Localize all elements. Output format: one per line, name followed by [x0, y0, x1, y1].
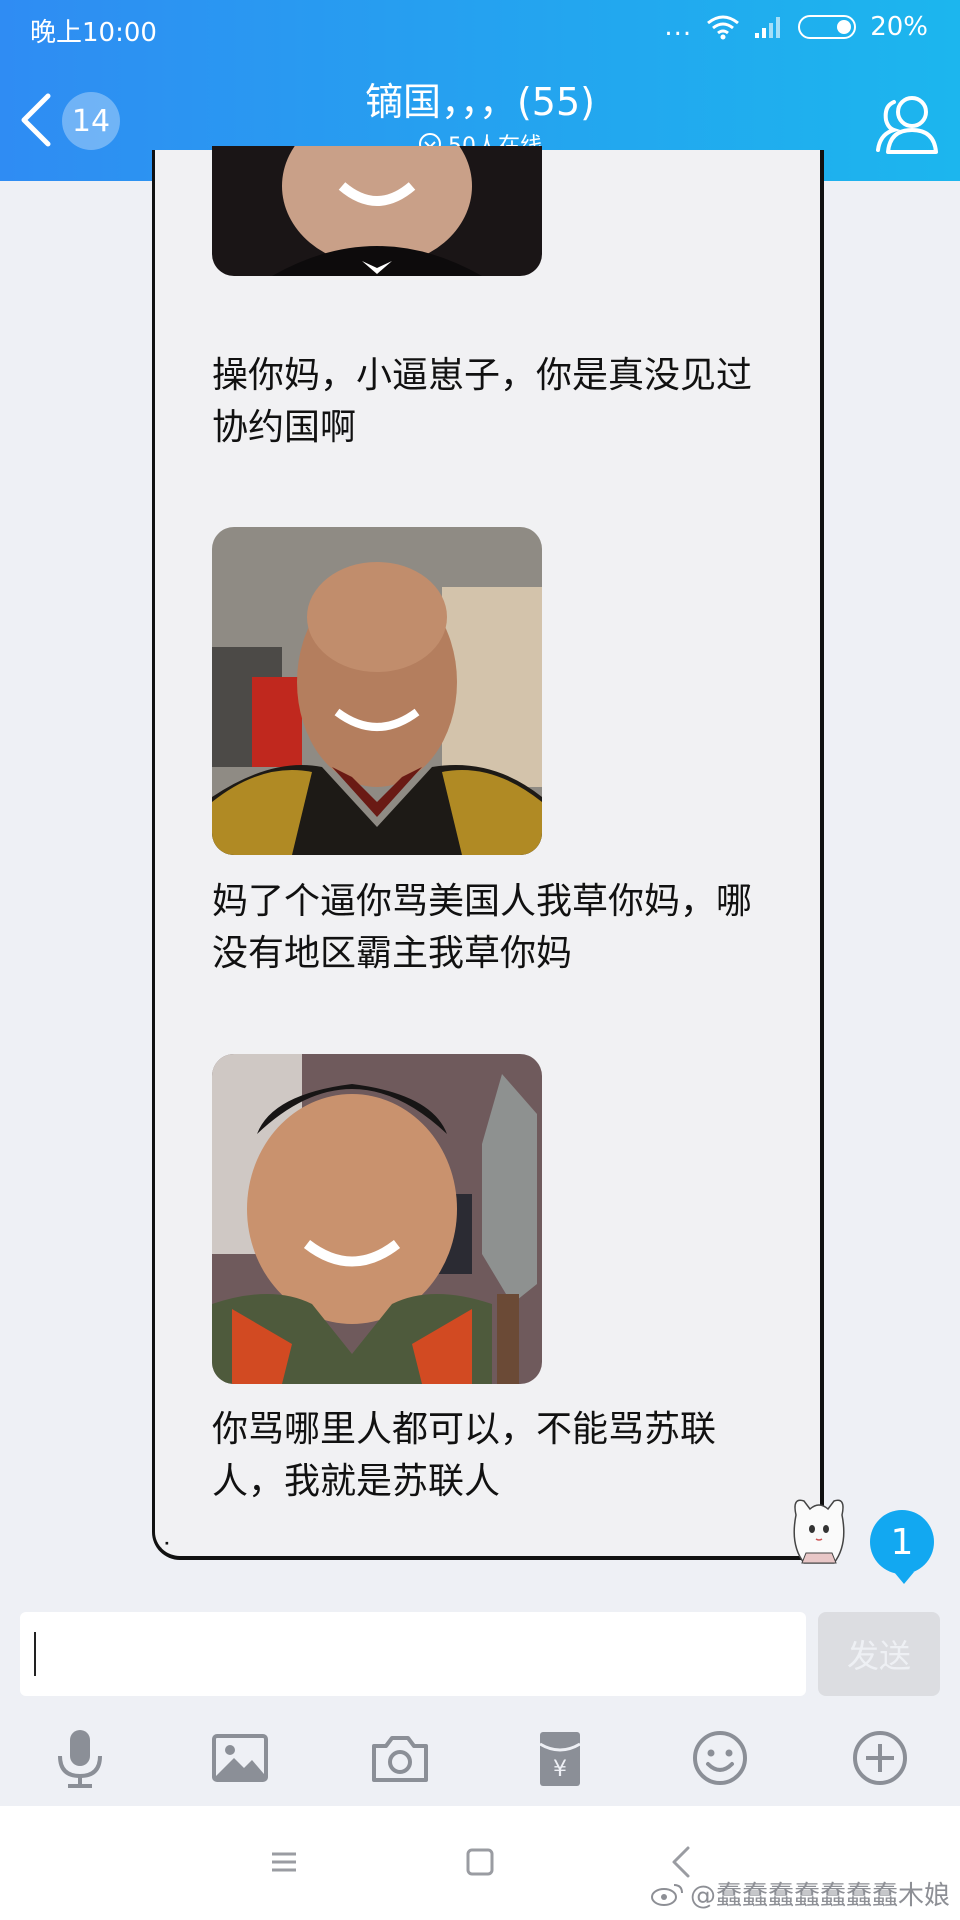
text-caret: [34, 1632, 36, 1676]
red-packet-icon: ¥: [539, 1732, 581, 1786]
send-button[interactable]: 发送: [818, 1612, 940, 1696]
message-text-2: 妈了个逼你骂美国人我草你妈，哪没有地区霸主我草你妈: [212, 881, 753, 974]
anime-girl-avatar-icon[interactable]: [790, 1495, 848, 1565]
notification-dots: ...: [664, 12, 693, 42]
battery-icon: [798, 15, 857, 39]
system-navigation-bar: @蠢蠢蠢蠢蠢蠢蠢木娘: [0, 1806, 960, 1920]
watermark-text: @蠢蠢蠢蠢蠢蠢蠢木娘: [689, 1881, 950, 1911]
meme-image-2: [212, 527, 542, 855]
battery-level: 20%: [870, 12, 928, 42]
home-icon[interactable]: [460, 1842, 500, 1882]
back-button[interactable]: 14: [14, 88, 124, 152]
plus-icon: [853, 1731, 907, 1785]
unread-count-badge: 14: [62, 92, 120, 150]
red-packet-button[interactable]: ¥: [528, 1726, 592, 1790]
camera-icon: [372, 1736, 428, 1782]
meme-photo-3[interactable]: [212, 1054, 542, 1384]
status-bar: 晚上10:00 ... 20%: [0, 0, 960, 58]
image-button[interactable]: [208, 1726, 272, 1790]
message-bubble[interactable]: 操你妈，小逼崽子，你是真没见过协约国啊 妈了个逼你骂美国人我草你妈，哪没有地区霸…: [152, 146, 824, 1560]
camera-button[interactable]: [368, 1726, 432, 1790]
microphone-icon: [58, 1730, 102, 1788]
message-text-3: 你骂哪里人都可以，不能骂苏联人，我就是苏联人: [212, 1409, 717, 1502]
meme-photo-1[interactable]: [212, 146, 542, 276]
bubble-tail-decoration: ⠄: [163, 1530, 177, 1551]
emoji-button[interactable]: [688, 1726, 752, 1790]
signal-icon: [755, 17, 781, 38]
weibo-watermark: @蠢蠢蠢蠢蠢蠢蠢木娘: [650, 1875, 950, 1912]
svg-text:¥: ¥: [553, 1757, 567, 1782]
meme-image-1: [212, 146, 542, 276]
wifi-icon: [707, 15, 740, 40]
emoji-icon: [693, 1731, 747, 1785]
microphone-button[interactable]: [48, 1726, 112, 1790]
weibo-logo-icon: [650, 1883, 683, 1906]
chat-title: 镝国，，，(55): [364, 80, 595, 124]
chevron-left-icon: [21, 93, 51, 147]
input-toolbar: ¥: [0, 1712, 960, 1812]
meme-image-3: [212, 1054, 542, 1384]
status-time: 晚上10:00: [30, 18, 157, 48]
menu-icon[interactable]: [264, 1842, 304, 1882]
meme-photo-2[interactable]: [212, 527, 542, 855]
image-icon: [212, 1734, 268, 1782]
message-text-1: 操你妈，小逼崽子，你是真没见过协约国啊: [212, 355, 753, 448]
message-input[interactable]: [20, 1612, 806, 1696]
plus-button[interactable]: [848, 1726, 912, 1790]
status-icons: ... 20%: [664, 12, 928, 42]
new-message-badge[interactable]: 1: [870, 1510, 934, 1584]
group-members-icon[interactable]: [874, 92, 940, 156]
